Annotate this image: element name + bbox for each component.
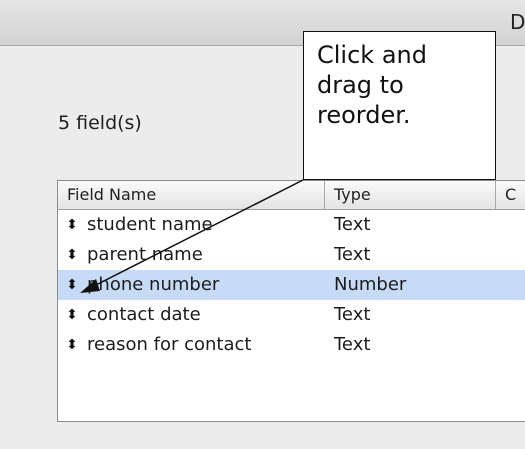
arrow-line bbox=[93, 179, 304, 287]
arrow-head bbox=[80, 279, 100, 293]
callout-arrow-icon bbox=[80, 179, 304, 293]
